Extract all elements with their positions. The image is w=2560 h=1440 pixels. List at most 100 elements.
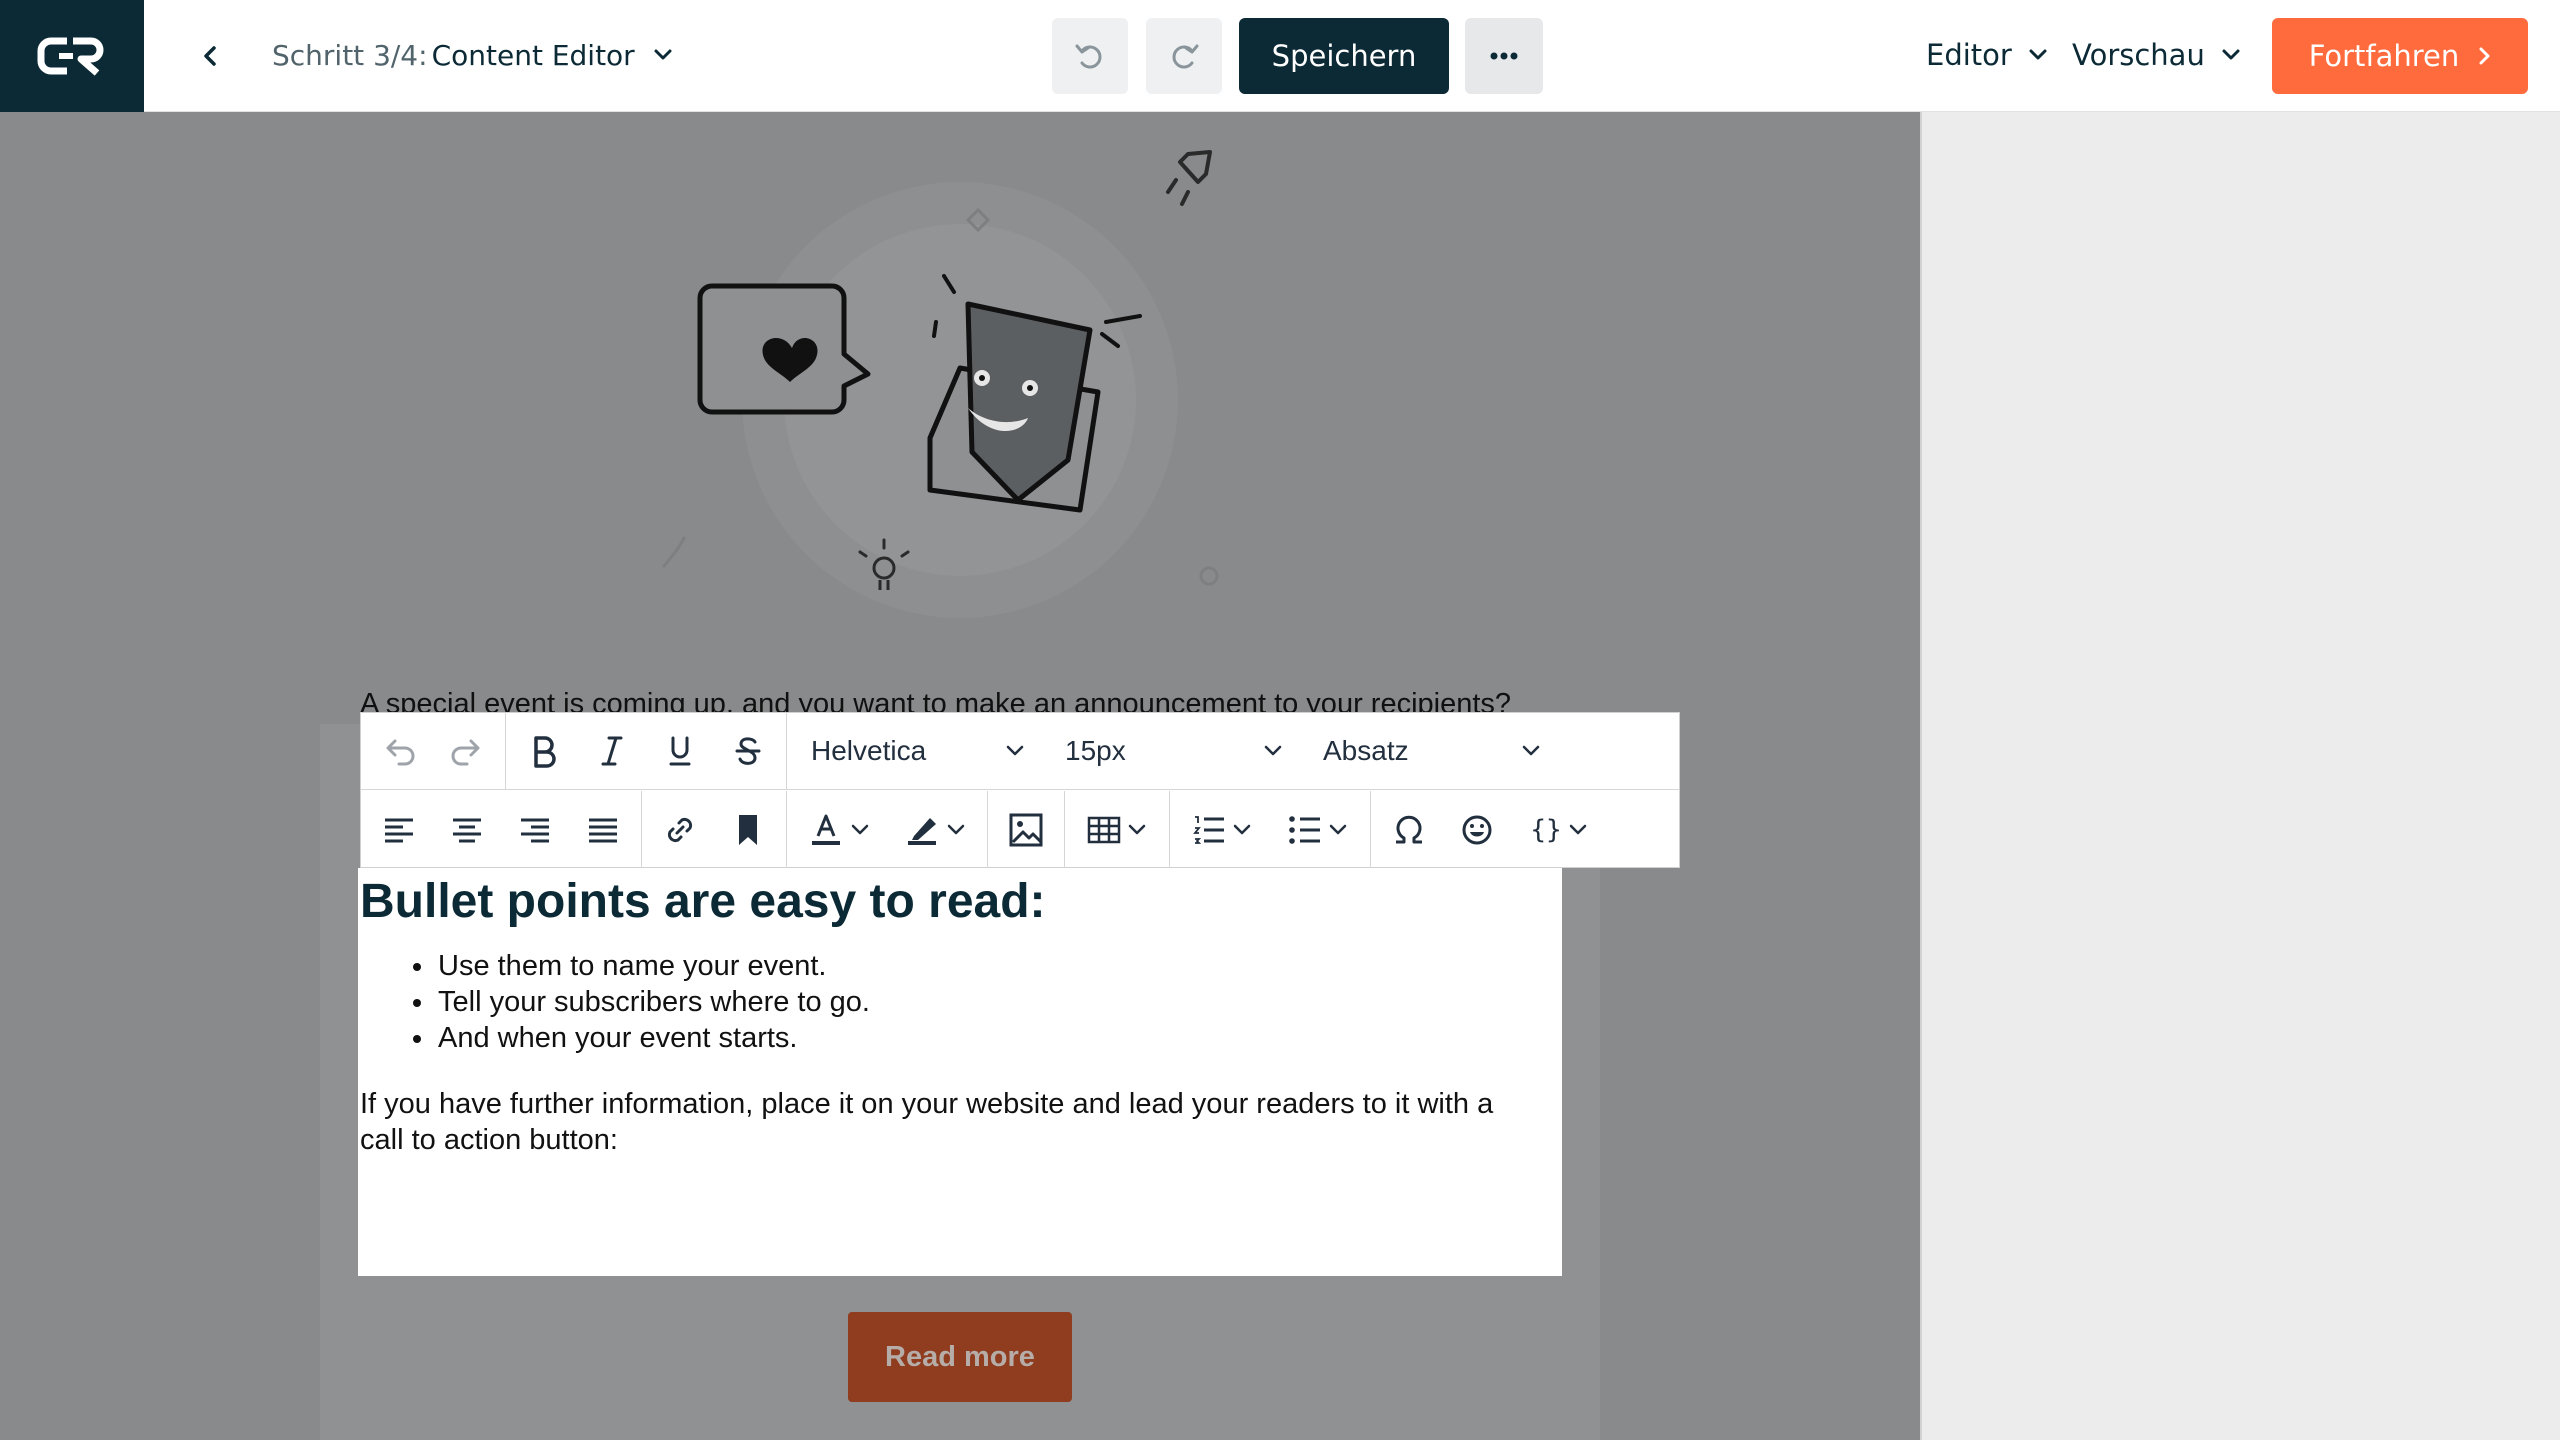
table-group: [1065, 791, 1170, 868]
insert-image-button[interactable]: [992, 800, 1060, 860]
table-icon: [1087, 816, 1121, 843]
right-side-panel: [1920, 112, 2560, 1440]
chevron-down-icon: [1264, 745, 1282, 756]
view-editor-label: Editor: [1926, 38, 2012, 72]
toolbar-row-1: Helvetica 15px Absatz: [361, 713, 1679, 790]
bullet-list-icon: [1289, 815, 1320, 844]
alignment-group: [361, 791, 642, 868]
insert-group: {}: [1371, 791, 1611, 868]
save-button[interactable]: Speichern: [1239, 18, 1449, 94]
insert-table-button[interactable]: [1069, 800, 1165, 860]
top-bar: Schritt 3/4: Content Editor Speichern Ed…: [0, 0, 2560, 112]
link-group: [642, 791, 787, 868]
bullet-list[interactable]: Use them to name your event. Tell your s…: [436, 948, 1562, 1056]
chevron-down-icon: [653, 48, 673, 62]
source-code-label: {}: [1530, 814, 1562, 845]
italic-icon: [601, 736, 623, 766]
link-icon: [667, 817, 693, 842]
text-style-group: [506, 713, 787, 789]
font-size-value: 15px: [1065, 735, 1126, 766]
back-button[interactable]: [190, 36, 230, 76]
chevron-down-icon: [851, 824, 869, 834]
numbered-list-button[interactable]: [1174, 800, 1270, 860]
redo-icon: [451, 739, 480, 766]
read-more-button[interactable]: Read more: [848, 1312, 1072, 1402]
font-family-value: Helvetica: [811, 735, 927, 766]
event-illustration: [662, 150, 1219, 618]
view-preview-label: Vorschau: [2072, 38, 2205, 72]
continue-label: Fortfahren: [2308, 39, 2460, 73]
strikethrough-icon: [735, 737, 761, 765]
align-center-icon: [453, 818, 481, 842]
step-selector[interactable]: Schritt 3/4: Content Editor: [272, 32, 673, 78]
numbered-list-icon: [1193, 815, 1224, 844]
align-justify-button[interactable]: [569, 800, 637, 860]
history-group: [361, 713, 506, 789]
font-family-select[interactable]: Helvetica: [791, 721, 1045, 781]
chevron-down-icon: [1522, 745, 1540, 756]
align-right-icon: [521, 818, 549, 842]
block-format-select[interactable]: Absatz: [1303, 721, 1561, 781]
chevron-down-icon: [1006, 745, 1024, 756]
special-character-button[interactable]: [1375, 800, 1443, 860]
chevron-down-icon: [1329, 824, 1347, 834]
toolbar-row-2: {}: [361, 791, 1679, 868]
cr-logo-icon: [37, 37, 104, 76]
format-selects-group: Helvetica 15px Absatz: [787, 713, 1565, 789]
bold-icon: [534, 736, 556, 768]
chevron-right-icon: [2479, 47, 2490, 65]
editor-undo-button[interactable]: [365, 721, 433, 781]
underline-icon: [669, 736, 691, 766]
list-item[interactable]: Tell your subscribers where to go.: [436, 984, 1562, 1020]
highlight-color-button[interactable]: [887, 800, 983, 860]
list-item[interactable]: Use them to name your event.: [436, 948, 1562, 984]
chevron-down-icon: [1569, 824, 1586, 834]
emoji-button[interactable]: [1443, 800, 1511, 860]
more-options-button[interactable]: [1465, 18, 1543, 94]
italic-button[interactable]: [578, 721, 646, 781]
font-size-select[interactable]: 15px: [1045, 721, 1303, 781]
continue-button[interactable]: Fortfahren: [2272, 18, 2528, 94]
content-heading[interactable]: Bullet points are easy to read:: [360, 872, 1562, 932]
editor-redo-button[interactable]: [433, 721, 501, 781]
source-code-button[interactable]: {}: [1511, 800, 1607, 860]
undo-button[interactable]: [1052, 18, 1128, 94]
brand-logo[interactable]: [0, 0, 144, 112]
list-group: [1170, 791, 1371, 868]
align-justify-icon: [589, 818, 617, 842]
editable-text-area[interactable]: Bullet points are easy to read: Use them…: [358, 868, 1562, 1276]
bookmark-icon: [739, 814, 757, 845]
redo-icon: [1172, 44, 1199, 69]
insert-link-button[interactable]: [646, 800, 714, 860]
view-preview-dropdown[interactable]: Vorschau: [2072, 32, 2241, 78]
bullet-list-button[interactable]: [1270, 800, 1366, 860]
anchor-button[interactable]: [714, 800, 782, 860]
list-item[interactable]: And when your event starts.: [436, 1020, 1562, 1056]
omega-icon: [1396, 815, 1422, 843]
align-center-button[interactable]: [433, 800, 501, 860]
color-group: [787, 791, 988, 868]
chevron-down-icon: [1128, 824, 1146, 834]
rich-text-toolbar: Helvetica 15px Absatz {}: [360, 712, 1680, 868]
align-right-button[interactable]: [501, 800, 569, 860]
underline-button[interactable]: [646, 721, 714, 781]
info-paragraph[interactable]: If you have further information, place i…: [360, 1086, 1540, 1158]
align-left-button[interactable]: [365, 800, 433, 860]
text-color-button[interactable]: [791, 800, 887, 860]
block-format-value: Absatz: [1323, 735, 1409, 766]
bold-button[interactable]: [510, 721, 578, 781]
text-color-icon: [812, 814, 840, 845]
strikethrough-button[interactable]: [714, 721, 782, 781]
view-editor-dropdown[interactable]: Editor: [1926, 32, 2048, 78]
chevron-down-icon: [2029, 49, 2047, 60]
undo-icon: [386, 739, 415, 766]
image-icon: [1009, 813, 1043, 846]
redo-button[interactable]: [1146, 18, 1222, 94]
step-title: Content Editor: [431, 38, 635, 72]
step-prefix: Schritt 3/4:: [272, 38, 428, 72]
align-left-icon: [385, 818, 413, 842]
undo-icon: [1075, 44, 1102, 69]
chevron-down-icon: [1233, 824, 1251, 834]
image-group: [988, 791, 1065, 868]
highlighter-icon: [908, 817, 936, 845]
